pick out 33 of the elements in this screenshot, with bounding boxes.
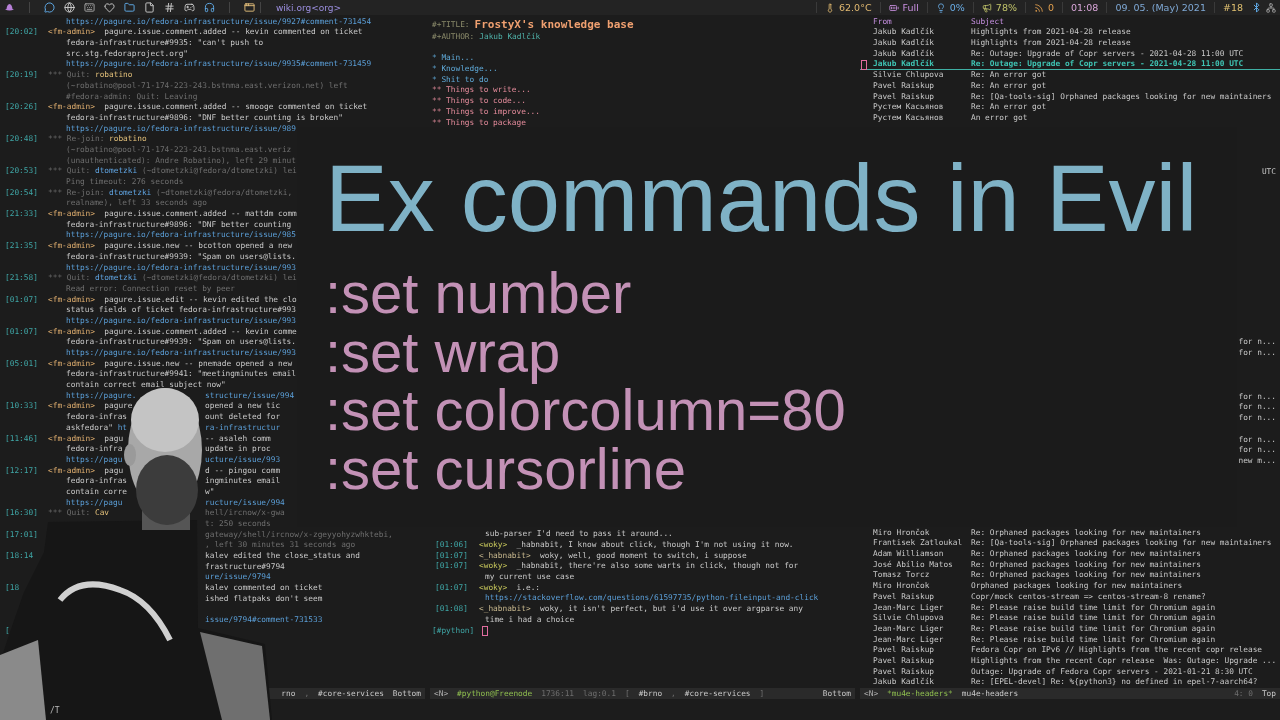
slide-title: Ex commands in Evil bbox=[325, 152, 1199, 246]
indicator-text: #18 bbox=[1213, 2, 1251, 13]
minibuffer-text: /T bbox=[50, 706, 60, 715]
command-text: :set number bbox=[325, 264, 632, 323]
gamepad-icon[interactable] bbox=[184, 2, 195, 13]
indicator-text: 62.0°C bbox=[816, 2, 880, 13]
lightbulb-icon bbox=[935, 2, 946, 13]
indicator-text: 0% bbox=[926, 2, 973, 13]
indicator-text: 78% bbox=[972, 2, 1025, 13]
folder-icon[interactable] bbox=[124, 2, 135, 13]
window-title: wiki.org<org> bbox=[276, 2, 342, 13]
indicator-text: 0 bbox=[1025, 2, 1063, 13]
megaphone-icon bbox=[981, 2, 992, 13]
text-cursor bbox=[482, 625, 489, 636]
globe-icon[interactable] bbox=[64, 2, 75, 13]
indicator-text: 01:08 bbox=[1062, 2, 1107, 13]
window-icon[interactable] bbox=[244, 2, 255, 13]
indicator-text: 09. 05. (May) 2021 bbox=[1106, 2, 1214, 13]
bluetooth-icon bbox=[1251, 2, 1262, 13]
thermometer-icon bbox=[825, 2, 835, 13]
network-icon bbox=[1266, 2, 1276, 13]
command-text: :set cursorline bbox=[325, 439, 687, 498]
heart-icon[interactable] bbox=[104, 2, 115, 13]
headphones-icon[interactable] bbox=[204, 2, 215, 13]
hash-icon[interactable] bbox=[164, 2, 175, 13]
file-icon[interactable] bbox=[144, 2, 155, 13]
battery-icon bbox=[888, 2, 899, 13]
indicator-text: Full bbox=[879, 2, 927, 13]
rss-icon bbox=[1034, 2, 1044, 13]
keyboard-icon[interactable] bbox=[84, 2, 95, 13]
document-title: FrostyX's knowledge base bbox=[474, 18, 634, 32]
chat-icon[interactable] bbox=[44, 2, 55, 13]
text-cursor bbox=[861, 59, 867, 70]
